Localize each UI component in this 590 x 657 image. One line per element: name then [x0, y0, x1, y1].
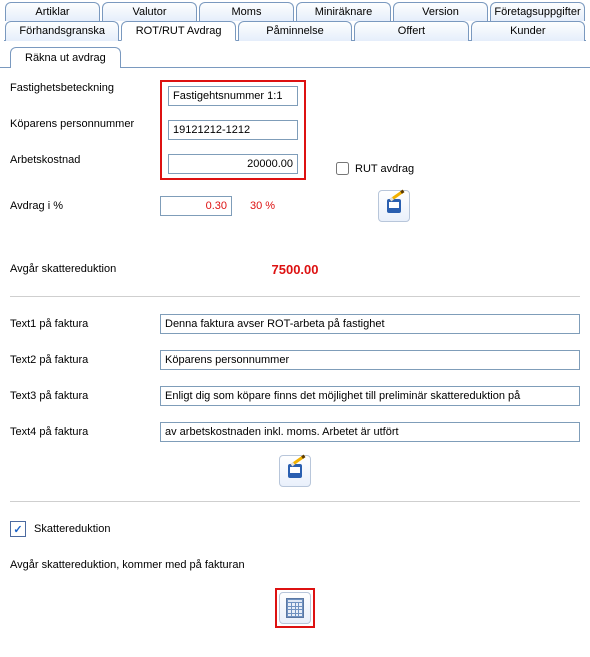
separator-2: [10, 501, 580, 502]
tab-rot-rut-avdrag[interactable]: ROT/RUT Avdrag: [121, 21, 235, 41]
save-icon: [286, 462, 304, 480]
highlighted-calc: [275, 588, 315, 628]
label-rut: RUT avdrag: [355, 163, 414, 175]
label-text2: Text2 på faktura: [10, 354, 160, 366]
top-tabs: ArtiklarValutorMomsMiniräknareVersionFör…: [0, 0, 590, 41]
skattered-checkbox[interactable]: [10, 521, 26, 537]
label-personnr: Köparens personnummer: [10, 118, 160, 130]
tab-f-rhandsgranska[interactable]: Förhandsgranska: [5, 21, 119, 41]
input-personnr[interactable]: [168, 120, 298, 140]
label-text3: Text3 på faktura: [10, 390, 160, 402]
input-text1[interactable]: [160, 314, 580, 334]
tab-kunder[interactable]: Kunder: [471, 21, 585, 41]
subtab-bar: Räkna ut avdrag: [0, 41, 590, 68]
tab-version[interactable]: Version: [393, 2, 488, 21]
input-avdragpct[interactable]: [160, 196, 232, 216]
rut-checkbox[interactable]: [336, 162, 349, 175]
save-button-2[interactable]: [279, 455, 311, 487]
label-avdragpct: Avdrag i %: [10, 200, 160, 212]
separator-1: [10, 296, 580, 297]
input-fastighet[interactable]: [168, 86, 298, 106]
label-arbkost: Arbetskostnad: [10, 154, 160, 166]
avdragpct-display: 30 %: [250, 200, 275, 212]
label-text4: Text4 på faktura: [10, 426, 160, 438]
label-text1: Text1 på faktura: [10, 318, 160, 330]
tab-moms[interactable]: Moms: [199, 2, 294, 21]
label-bottom: Avgår skattereduktion, kommer med på fak…: [10, 559, 245, 571]
save-button-1[interactable]: [378, 190, 410, 222]
calculate-button[interactable]: [279, 592, 311, 624]
value-skattered: 7500.00: [272, 262, 319, 277]
save-icon: [385, 197, 403, 215]
label-fastighet: Fastighetsbeteckning: [10, 82, 160, 94]
input-arbkost[interactable]: [168, 154, 298, 174]
label-skatteredchk: Skattereduktion: [34, 523, 110, 535]
subtab-calculate[interactable]: Räkna ut avdrag: [10, 47, 121, 68]
tab-f-retagsuppgifter[interactable]: Företagsuppgifter: [490, 2, 585, 21]
tab-valutor[interactable]: Valutor: [102, 2, 197, 21]
input-text2[interactable]: [160, 350, 580, 370]
tab-offert[interactable]: Offert: [354, 21, 468, 41]
rut-checkbox-wrap[interactable]: RUT avdrag: [336, 162, 414, 175]
input-text3[interactable]: [160, 386, 580, 406]
input-text4[interactable]: [160, 422, 580, 442]
calculator-icon: [286, 598, 304, 618]
tab-artiklar[interactable]: Artiklar: [5, 2, 100, 21]
label-skattered: Avgår skattereduktion: [10, 263, 160, 275]
highlighted-inputs: [160, 80, 306, 180]
tab-p-minnelse[interactable]: Påminnelse: [238, 21, 352, 41]
tab-minir-knare[interactable]: Miniräknare: [296, 2, 391, 21]
